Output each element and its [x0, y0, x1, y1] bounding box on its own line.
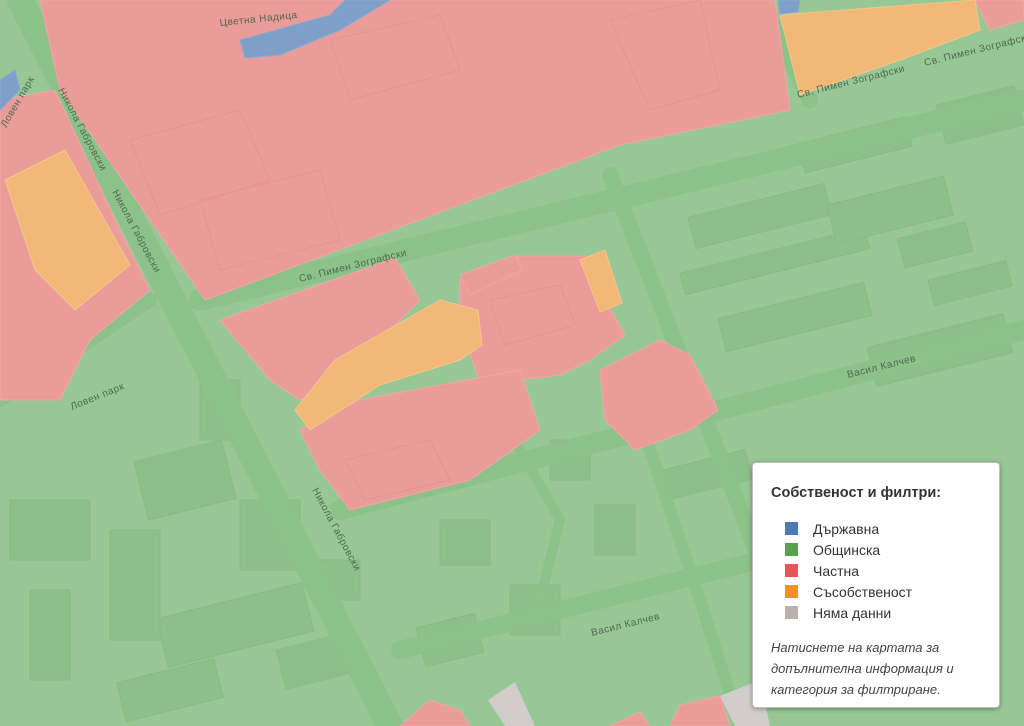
legend-item-private[interactable]: Частна — [771, 560, 981, 581]
legend-label-nodata: Няма данни — [813, 604, 892, 621]
legend-item-municipal[interactable]: Общинска — [771, 539, 981, 560]
legend-title: Собственост и филтри: — [771, 485, 942, 501]
legend-swatch-private — [785, 564, 798, 577]
legend-label-municipal: Общинска — [813, 541, 881, 558]
ownership-legend: Собственост и филтри: Държавна Общинска … — [752, 462, 1000, 708]
legend-label-private: Частна — [813, 562, 860, 579]
legend-swatch-nodata — [785, 606, 798, 619]
legend-item-nodata[interactable]: Няма данни — [771, 602, 981, 623]
legend-swatch-municipal — [785, 543, 798, 556]
legend-swatch-coowned — [785, 585, 798, 598]
legend-item-state[interactable]: Държавна — [771, 518, 981, 539]
legend-swatch-state — [785, 522, 798, 535]
legend-label-coowned: Съсобственост — [813, 583, 913, 600]
state-parcel-top-right-corner — [777, 0, 801, 15]
legend-label-state: Държавна — [813, 520, 880, 537]
legend-item-coowned[interactable]: Съсобственост — [771, 581, 981, 602]
legend-note: Натиснете на картата за допълнителна инф… — [771, 640, 954, 697]
